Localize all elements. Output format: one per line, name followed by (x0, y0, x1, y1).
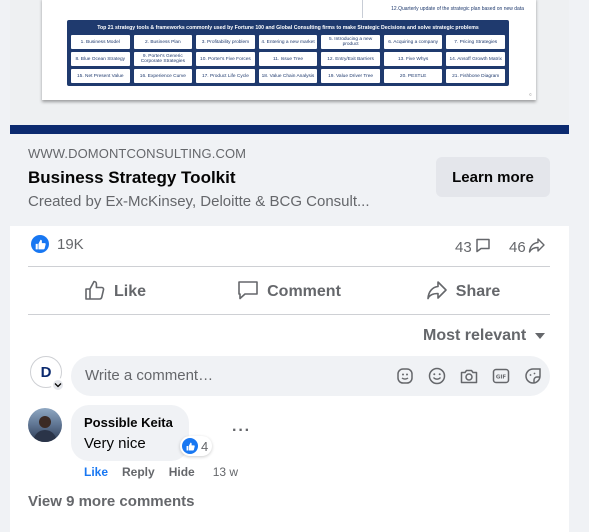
tool-cell: 6. Acquiring a company (383, 35, 443, 49)
tool-cell: 13. Five Whys (383, 52, 443, 66)
divider (28, 314, 550, 315)
link-domain: WWW.DOMONTCONSULTING.COM (28, 146, 247, 161)
shares-count: 46 (509, 238, 526, 256)
document-divider (362, 0, 363, 18)
tool-cell: 3. Profitability problem (196, 35, 255, 49)
comment-label: Comment (267, 283, 341, 300)
tool-cell: 4. Entering a new market (258, 35, 318, 49)
share-button[interactable]: Share (376, 270, 550, 314)
tool-cell: 2. Business Plan (133, 35, 193, 49)
divider (28, 266, 550, 267)
comments-count: 43 (455, 238, 472, 256)
comment-actions: Like Reply Hide 13 w (84, 465, 238, 479)
commenter-name[interactable]: Possible Keita (84, 415, 173, 430)
post-card: 12.Quarterly update of the strategic pla… (10, 0, 569, 532)
comment-reactions[interactable]: 4 (180, 436, 213, 456)
tool-cell: 21. Fishbone Diagram (446, 69, 505, 83)
sort-label: Most relevant (423, 327, 527, 344)
commenter-avatar[interactable] (28, 408, 62, 442)
tool-cell: 14. Ansoff Growth Matrix (446, 52, 505, 66)
view-more-comments[interactable]: View 9 more comments (28, 493, 194, 510)
reactions-count[interactable]: 19K (57, 236, 84, 253)
comment-timestamp[interactable]: 13 w (213, 465, 238, 479)
comment-button[interactable]: Comment (202, 270, 376, 314)
learn-more-button[interactable]: Learn more (436, 157, 550, 197)
tool-cell: 7. Pricing Strategies (446, 35, 505, 49)
comment-bubble-icon (475, 237, 491, 257)
comment-reactions-count: 4 (201, 438, 209, 454)
document-copyright-mark: © (529, 92, 532, 97)
comment-icon (237, 280, 259, 305)
tool-cell: 1. Business Model (71, 35, 130, 49)
document-note: 12.Quarterly update of the strategic pla… (391, 6, 524, 12)
comment-hide-button[interactable]: Hide (169, 465, 195, 479)
camera-icon[interactable] (458, 365, 480, 387)
share-icon (426, 280, 448, 305)
preview-color-band (10, 125, 569, 134)
avatar-letter: D (40, 363, 52, 381)
post-actions: Like Comment Share (28, 270, 550, 314)
comment-input-tools: GIF (394, 365, 544, 387)
svg-text:GIF: GIF (496, 375, 507, 381)
tool-cell: 8. Blue Ocean Strategy (71, 52, 130, 66)
chevron-down-icon[interactable] (51, 378, 65, 392)
tool-cell: 18. Value Chain Analysis (258, 69, 318, 83)
tool-cell: 15. Net Present Value (71, 69, 130, 83)
tools-grid-title: Top 21 strategy tools & frameworks commo… (97, 25, 479, 31)
toolkit-document-preview: 12.Quarterly update of the strategic pla… (42, 0, 536, 100)
comment-bubble: Possible Keita Very nice (71, 405, 189, 461)
tools-grid: 1. Business Model 2. Business Plan 3. Pr… (71, 35, 505, 83)
tool-cell: 11. Issue Tree (258, 52, 318, 66)
share-label: Share (455, 283, 501, 300)
link-preview-image[interactable]: 12.Quarterly update of the strategic pla… (10, 0, 569, 125)
link-description: Created by Ex-McKinsey, Deloitte & BCG C… (28, 193, 370, 210)
like-label: Like (113, 283, 146, 300)
comment-sort-dropdown[interactable]: Most relevant (423, 327, 546, 345)
like-button[interactable]: Like (28, 270, 202, 314)
thumbs-up-icon (84, 280, 106, 305)
tool-cell: 9. Porter's Generic Corporate Strategies (133, 52, 193, 66)
tool-cell: 19. Value Driver Tree (321, 69, 380, 83)
tool-cell: 20. PESTLE (383, 69, 443, 83)
tool-cell: 17. Product Life Cycle (196, 69, 255, 83)
comment-input-placeholder: Write a comment… (85, 367, 214, 384)
caret-down-icon (534, 327, 546, 345)
emoji-icon[interactable] (426, 365, 448, 387)
comment-input[interactable]: Write a comment… GIF (71, 356, 550, 396)
sticker-icon[interactable] (522, 365, 544, 387)
comment-like-button[interactable]: Like (84, 465, 108, 479)
shares-count-link[interactable]: 46 (509, 237, 546, 257)
like-reaction-icon (182, 438, 198, 454)
tool-cell: 12. Entry/Exit Barriers (321, 52, 380, 66)
tool-cell: 5. Introducing a new product (321, 35, 380, 49)
post-stats: 19K 43 46 (10, 226, 569, 266)
tool-cell: 16. Experience Curve (133, 69, 193, 83)
tools-grid-box: Top 21 strategy tools & frameworks commo… (67, 20, 509, 86)
comment-text: Very nice (84, 435, 146, 452)
share-arrow-icon (528, 237, 546, 257)
gif-icon[interactable]: GIF (490, 365, 512, 387)
link-info[interactable]: WWW.DOMONTCONSULTING.COM Business Strate… (10, 134, 569, 226)
tool-cell: 10. Porter's Five Forces (196, 52, 255, 66)
avatar-sticker-icon[interactable] (394, 365, 416, 387)
comment-options-button[interactable]: ··· (232, 422, 251, 440)
like-reaction-icon[interactable] (31, 235, 49, 253)
link-title[interactable]: Business Strategy Toolkit (28, 168, 236, 188)
comments-count-link[interactable]: 43 (455, 237, 491, 257)
comment-reply-button[interactable]: Reply (122, 465, 155, 479)
